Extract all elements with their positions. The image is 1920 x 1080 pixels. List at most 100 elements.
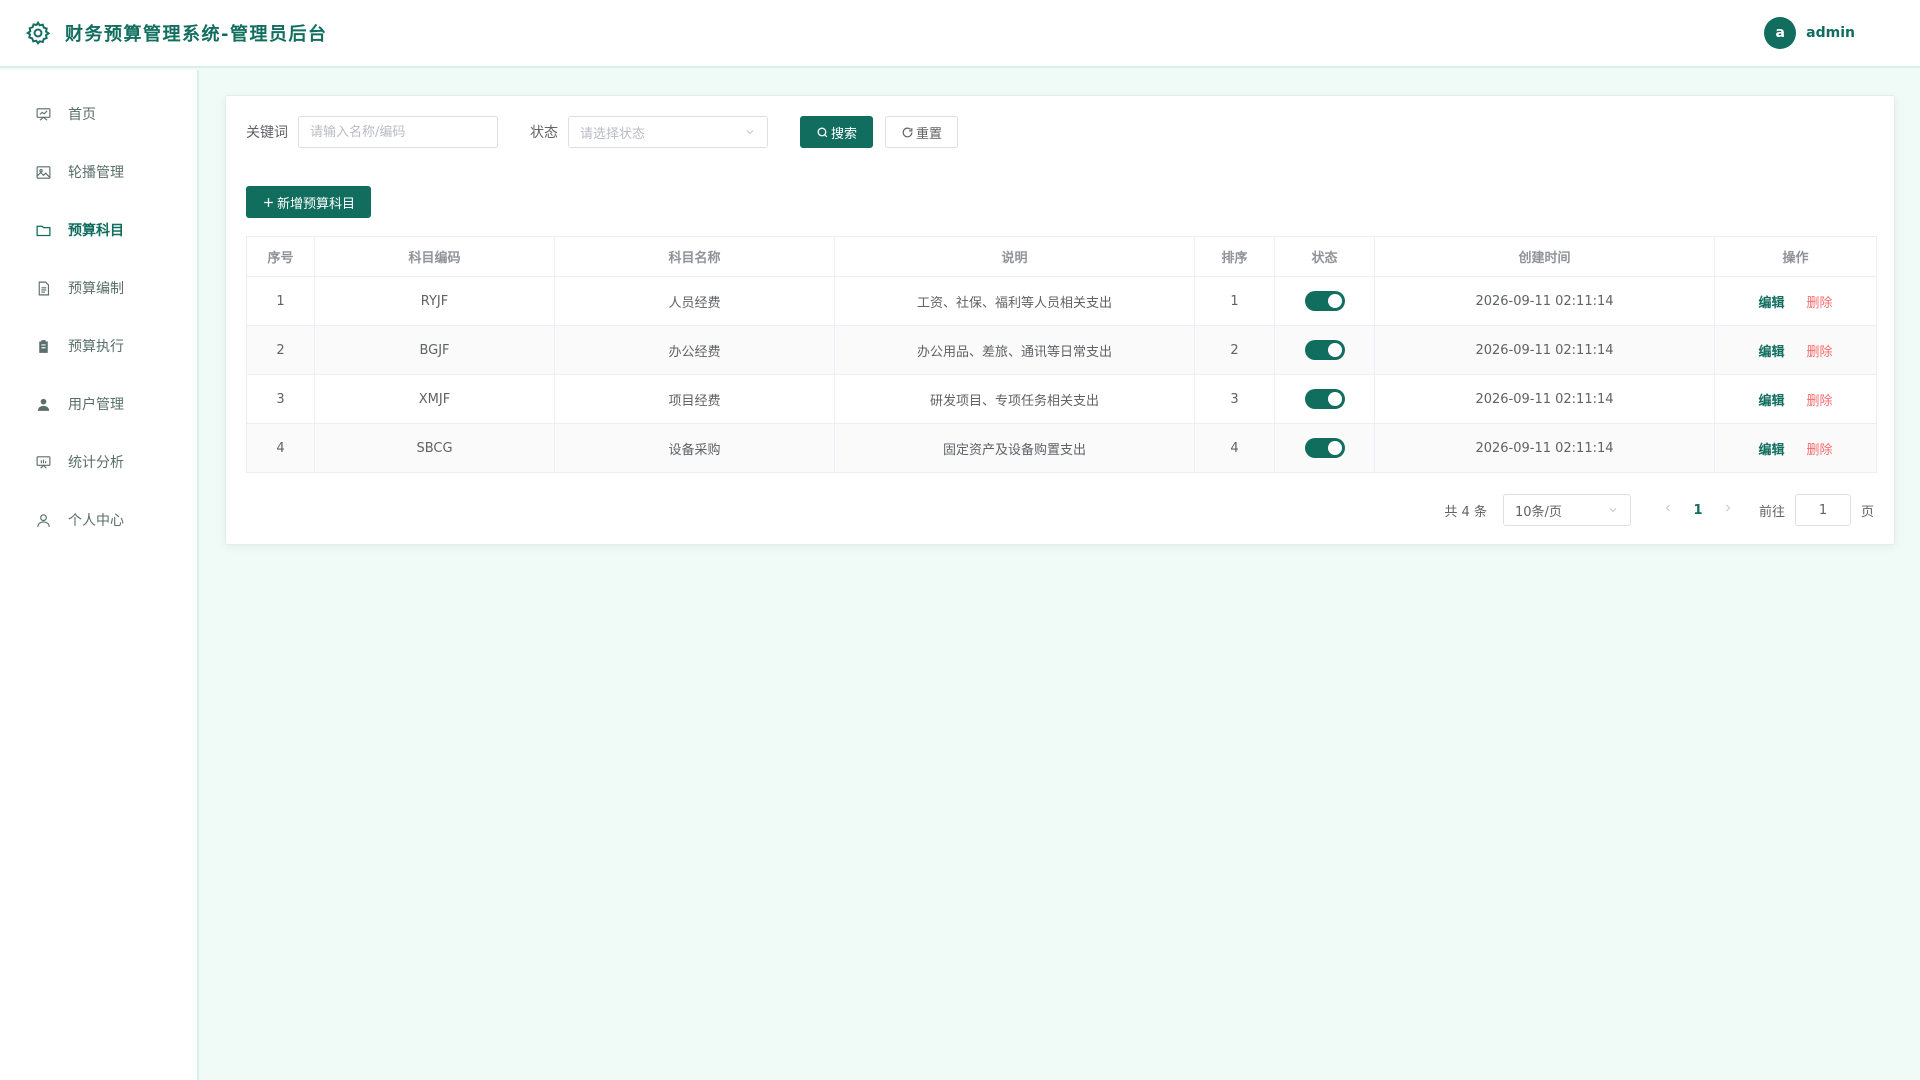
column-header: 科目名称 <box>554 236 835 277</box>
cell-index: 4 <box>246 423 315 473</box>
sidebar-item-label: 轮播管理 <box>68 165 124 181</box>
total-count: 共 4 条 <box>1444 504 1487 520</box>
status-select[interactable]: 请选择状态 <box>568 116 768 148</box>
page-size-value: 10条/页 <box>1514 504 1562 520</box>
sidebar: 首页 轮播管理 预算科目 预算编制 预算执行 用户管理 统计分析 个人中心 <box>0 70 199 1080</box>
cell-description: 工资、社保、福利等人员相关支出 <box>834 276 1195 326</box>
sidebar-item-label: 预算执行 <box>68 339 124 355</box>
sidebar-item-label: 首页 <box>68 107 96 123</box>
reset-button-label: 重置 <box>916 126 943 142</box>
app-title: 财务预算管理系统-管理员后台 <box>65 24 328 45</box>
cell-status <box>1274 276 1375 326</box>
cell-description: 研发项目、专项任务相关支出 <box>834 374 1195 424</box>
delete-link[interactable]: 删除 <box>1807 394 1833 409</box>
chevron-down-icon <box>746 130 754 135</box>
sidebar-item-budget-planning[interactable]: 预算编制 <box>0 259 197 317</box>
pagination: 共 4 条 10条/页 1 前往 页 <box>1444 494 1874 526</box>
username[interactable]: admin <box>1806 25 1855 41</box>
cell-code: XMJF <box>314 374 555 424</box>
cell-description: 固定资产及设备购置支出 <box>834 423 1195 473</box>
content-card: 关键词 状态 请选择状态 搜索 重置 新增预算科目 序号 科目编码 <box>225 95 1895 545</box>
goto-label: 前往 <box>1758 504 1785 520</box>
avatar[interactable]: a <box>1764 17 1797 49</box>
next-page-button[interactable] <box>1713 502 1743 518</box>
user-menu[interactable]: a admin <box>1764 17 1855 49</box>
edit-link[interactable]: 编辑 <box>1758 296 1784 311</box>
edit-link[interactable]: 编辑 <box>1758 443 1784 458</box>
column-header: 序号 <box>246 236 315 277</box>
cell-actions: 编辑 删除 <box>1714 325 1877 375</box>
sidebar-item-home[interactable]: 首页 <box>0 85 197 143</box>
folder-icon <box>36 225 51 236</box>
table-row: 2 BGJF 办公经费 办公用品、差旅、通讯等日常支出 2 2026-09-11… <box>246 325 1877 375</box>
plus-icon <box>264 197 273 207</box>
add-budget-subject-button[interactable]: 新增预算科目 <box>246 186 372 218</box>
cell-name: 人员经费 <box>554 276 835 326</box>
cell-actions: 编辑 删除 <box>1714 374 1877 424</box>
page-size-select[interactable]: 10条/页 <box>1502 494 1631 526</box>
edit-link[interactable]: 编辑 <box>1758 345 1784 360</box>
column-header: 状态 <box>1274 236 1375 277</box>
column-header: 操作 <box>1714 236 1877 277</box>
status-label: 状态 <box>530 125 558 141</box>
sidebar-item-carousel[interactable]: 轮播管理 <box>0 143 197 201</box>
status-select-placeholder: 请选择状态 <box>580 126 646 142</box>
user-filled-icon <box>37 398 50 411</box>
page-number[interactable]: 1 <box>1683 503 1713 518</box>
cell-index: 2 <box>246 325 315 375</box>
refresh-icon <box>902 127 913 137</box>
sidebar-item-label: 预算科目 <box>68 223 124 239</box>
table-row: 4 SBCG 设备采购 固定资产及设备购置支出 4 2026-09-11 02:… <box>246 423 1877 473</box>
cell-actions: 编辑 删除 <box>1714 276 1877 326</box>
page-jump-input[interactable] <box>1794 494 1851 526</box>
cell-created-time: 2026-09-11 02:11:14 <box>1374 423 1715 473</box>
delete-link[interactable]: 删除 <box>1807 345 1833 360</box>
toggle-knob <box>1327 294 1342 308</box>
cell-code: RYJF <box>314 276 555 326</box>
status-toggle[interactable] <box>1304 340 1345 360</box>
status-toggle[interactable] <box>1304 389 1345 409</box>
cell-index: 1 <box>246 276 315 326</box>
sidebar-item-statistics[interactable]: 统计分析 <box>0 433 197 491</box>
sidebar-item-user-management[interactable]: 用户管理 <box>0 375 197 433</box>
delete-link[interactable]: 删除 <box>1807 443 1833 458</box>
keyword-label: 关键词 <box>246 125 288 141</box>
cell-sort: 4 <box>1194 423 1275 473</box>
sidebar-item-label: 统计分析 <box>68 455 124 471</box>
sidebar-item-profile[interactable]: 个人中心 <box>0 491 197 549</box>
cell-sort: 3 <box>1194 374 1275 424</box>
prev-page-button[interactable] <box>1653 502 1683 518</box>
cell-sort: 1 <box>1194 276 1275 326</box>
sidebar-item-budget-subjects[interactable]: 预算科目 <box>0 201 197 259</box>
cell-name: 办公经费 <box>554 325 835 375</box>
keyword-input[interactable] <box>298 116 498 148</box>
document-icon <box>38 281 50 295</box>
sidebar-item-budget-execution[interactable]: 预算执行 <box>0 317 197 375</box>
dashboard-icon <box>36 107 51 121</box>
search-button[interactable]: 搜索 <box>800 116 874 148</box>
cell-actions: 编辑 删除 <box>1714 423 1877 473</box>
status-toggle[interactable] <box>1304 291 1345 311</box>
toggle-knob <box>1327 343 1342 357</box>
status-toggle[interactable] <box>1304 438 1345 458</box>
table-row: 3 XMJF 项目经费 研发项目、专项任务相关支出 3 2026-09-11 0… <box>246 374 1877 424</box>
chevron-right-icon <box>1726 504 1731 512</box>
column-header: 创建时间 <box>1374 236 1715 277</box>
delete-link[interactable]: 删除 <box>1807 296 1833 311</box>
sidebar-item-label: 预算编制 <box>68 281 124 297</box>
reset-button[interactable]: 重置 <box>885 116 959 148</box>
chart-board-icon <box>36 455 51 469</box>
cell-status <box>1274 374 1375 424</box>
column-header: 科目编码 <box>314 236 555 277</box>
column-header: 说明 <box>834 236 1195 277</box>
image-icon <box>36 165 51 179</box>
budget-subjects-table: 序号 科目编码 科目名称 说明 排序 状态 创建时间 操作 1 RYJF 人员经… <box>246 236 1877 473</box>
cell-status <box>1274 423 1375 473</box>
cell-description: 办公用品、差旅、通讯等日常支出 <box>834 325 1195 375</box>
cell-created-time: 2026-09-11 02:11:14 <box>1374 325 1715 375</box>
gear-icon <box>25 20 51 45</box>
edit-link[interactable]: 编辑 <box>1758 394 1784 409</box>
sidebar-item-label: 用户管理 <box>68 397 124 413</box>
cell-created-time: 2026-09-11 02:11:14 <box>1374 374 1715 424</box>
cell-code: BGJF <box>314 325 555 375</box>
